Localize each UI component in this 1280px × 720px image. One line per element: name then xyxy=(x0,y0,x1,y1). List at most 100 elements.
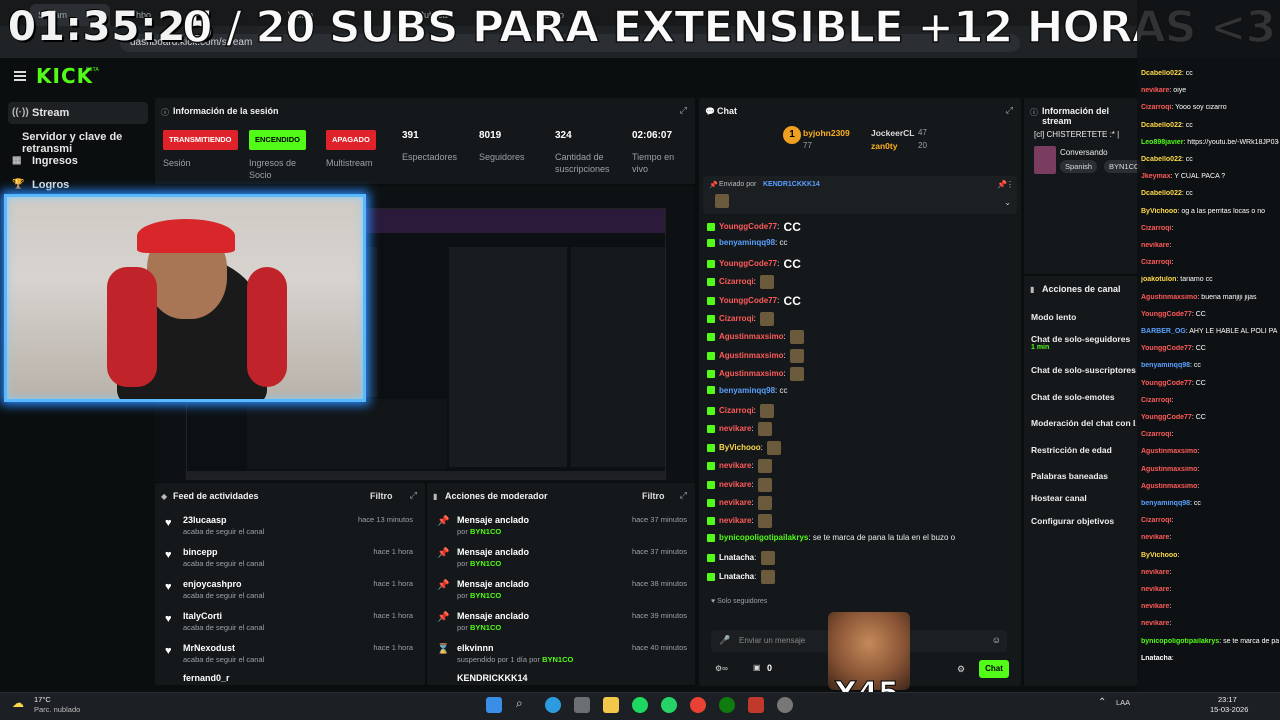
top-gifter-name[interactable]: byjohn2309 xyxy=(803,128,850,138)
feed-user[interactable]: 23lucaasp xyxy=(183,515,227,525)
chat-username[interactable]: Lnatacha xyxy=(719,572,754,581)
overlay-chat-message: benyaminqq98: cc xyxy=(1141,362,1279,369)
weather-temp[interactable]: 17°C xyxy=(34,695,51,704)
top-gifter-name[interactable]: zan0ty xyxy=(871,141,897,151)
edge-icon[interactable] xyxy=(545,697,561,713)
expand-icon[interactable]: ⤢ xyxy=(410,490,417,501)
host-channel-button[interactable]: Hostear canal xyxy=(1031,493,1087,503)
chat-username[interactable]: Agustinmaxsimo xyxy=(719,333,783,342)
mod-by: por BYN1CO xyxy=(457,527,502,536)
overlay-chat-message: Cizarroqi: xyxy=(1141,225,1279,232)
age-restriction-toggle[interactable]: Restricción de edad xyxy=(1031,445,1112,455)
settings-icon[interactable]: ⚙∞ xyxy=(715,664,728,673)
menu-icon[interactable] xyxy=(14,71,26,81)
mod-filter-button[interactable]: Filtro xyxy=(642,491,665,501)
top-gifter-name[interactable]: JockeerCL xyxy=(871,128,914,138)
expand-icon[interactable]: ⤢ xyxy=(680,490,687,501)
chat-username[interactable]: bynicopoligotipailakrys xyxy=(719,533,808,542)
chat-message: Agustinmaxsimo: xyxy=(707,367,804,383)
windows-start-icon[interactable] xyxy=(486,697,502,713)
emote xyxy=(760,404,775,418)
more-icon[interactable]: ⋮ xyxy=(1006,180,1014,189)
pinned-message[interactable]: 📌 Enviado por KENDR1CKKK14 📌 ⋮ ⌄ xyxy=(703,176,1017,214)
input-language[interactable]: LAA xyxy=(1116,698,1130,707)
stat-viewers: 391 Espectadores xyxy=(402,130,457,163)
chat-username[interactable]: Cizarroqi xyxy=(719,406,754,415)
emote-only-toggle[interactable]: Chat de solo-emotes xyxy=(1031,392,1115,402)
chat-username[interactable]: Cizarroqi xyxy=(719,277,754,286)
chat-username[interactable]: Agustinmaxsimo xyxy=(719,369,783,378)
ai-moderation-toggle[interactable]: Moderación del chat con IA xyxy=(1031,418,1136,428)
chat-username[interactable]: YounggCode77 xyxy=(719,222,777,231)
clock-date[interactable]: 15-03-2026 xyxy=(1210,705,1248,714)
overlay-chat-message: ByVichooo: og a las perritas locas o no xyxy=(1141,208,1279,215)
user-badge-icon xyxy=(707,462,715,471)
sidebar-item-stream[interactable]: ((·)) Stream xyxy=(8,102,148,124)
search-icon[interactable]: ⌕ xyxy=(516,696,523,711)
stat-partner: ENCENDIDO Ingresos de Socio xyxy=(249,130,319,181)
emote xyxy=(760,551,775,566)
gear-icon[interactable]: ⚙ xyxy=(957,664,965,675)
chat-username[interactable]: nevikare xyxy=(719,480,751,489)
goals-button[interactable]: Configurar objetivos xyxy=(1031,516,1114,526)
kick-logo[interactable]: KICK xyxy=(36,64,93,88)
chat-username[interactable]: YounggCode77 xyxy=(719,296,777,305)
sidebar-item-server-key[interactable]: Servidor y clave de retransmi xyxy=(8,126,148,155)
chat-username[interactable]: Lnatacha xyxy=(719,553,754,562)
subs-only-toggle[interactable]: Chat de solo-suscriptores xyxy=(1031,365,1136,375)
expand-icon[interactable]: ⤢ xyxy=(1006,105,1013,116)
chat-username[interactable]: nevikare xyxy=(719,461,751,470)
followers-only-label: ♥ Solo seguidores xyxy=(711,598,768,605)
chat-username[interactable]: benyaminqq98 xyxy=(719,386,775,395)
stat-value: 324 xyxy=(555,130,572,141)
chat-text: : og a las perritas locas o no xyxy=(1177,207,1265,215)
app-icon[interactable] xyxy=(748,697,764,713)
chat-username[interactable]: benyaminqq98 xyxy=(719,238,775,247)
emote xyxy=(757,496,772,510)
gift-icon[interactable]: ▣ xyxy=(753,663,761,672)
send-chat-button[interactable]: Chat xyxy=(979,660,1009,678)
followers-only-toggle[interactable]: Chat de solo-seguidores xyxy=(1031,334,1130,344)
feed-user[interactable]: ItalyCorti xyxy=(183,611,222,621)
chat-text: : https://youtu.be/-WRk18JP03o? xyxy=(1183,138,1279,146)
spotify-icon[interactable] xyxy=(632,697,648,713)
chat-username[interactable]: nevikare xyxy=(719,425,751,434)
emote xyxy=(757,422,772,437)
pinned-user[interactable]: KENDR1CKKK14 xyxy=(763,181,820,188)
banned-words-button[interactable]: Palabras baneadas xyxy=(1031,471,1108,481)
folder-icon[interactable] xyxy=(603,697,619,713)
chat-username[interactable]: ByVichooo xyxy=(719,443,761,452)
slow-mode-toggle[interactable]: Modo lento xyxy=(1031,312,1076,322)
chat-username: Agustinmaxsimo xyxy=(1141,482,1198,490)
expand-icon[interactable]: ⤢ xyxy=(680,105,687,116)
chat-text: : se te marca de pana la tula en el buzo… xyxy=(1219,637,1279,645)
feed-user[interactable]: bincepp xyxy=(183,547,218,557)
stream-category[interactable]: Conversando xyxy=(1060,148,1108,157)
feed-filter-button[interactable]: Filtro xyxy=(370,491,393,501)
sidebar-item-revenue[interactable]: ▦ Ingresos xyxy=(8,150,148,172)
chat-username[interactable]: Agustinmaxsimo xyxy=(719,351,783,360)
mod-action: KENDRICKKK14 xyxy=(457,673,528,683)
feed-user[interactable]: MrNexodust xyxy=(183,643,235,653)
whatsapp-icon[interactable] xyxy=(661,697,677,713)
chat-username[interactable]: YounggCode77 xyxy=(719,259,777,268)
stat-label: Multistream xyxy=(326,158,373,168)
chevron-down-icon[interactable]: ⌄ xyxy=(1004,198,1011,207)
obs-icon[interactable] xyxy=(777,697,793,713)
chevron-up-icon[interactable]: ⌃ xyxy=(1098,697,1106,708)
chat-username: Cizarroqi xyxy=(1141,224,1172,232)
sidebar-item-achievements[interactable]: 🏆 Logros xyxy=(8,174,148,196)
stream-title[interactable]: [cl] CHISTERETETE :* | xyxy=(1034,130,1119,139)
chat-username[interactable]: nevikare xyxy=(719,498,751,507)
clock-time[interactable]: 23:17 xyxy=(1218,695,1237,704)
xbox-icon[interactable] xyxy=(719,697,735,713)
feed-user[interactable]: enjoycashpro xyxy=(183,579,242,589)
chrome-icon[interactable] xyxy=(690,697,706,713)
chat-username[interactable]: Cizarroqi xyxy=(719,314,754,323)
chat-username[interactable]: nevikare xyxy=(719,517,751,526)
overlay-chat-message: Cizarroqi: xyxy=(1141,259,1279,266)
store-icon[interactable] xyxy=(574,697,590,713)
heart-icon: ♥ xyxy=(165,581,172,593)
emoji-icon[interactable]: ☺ xyxy=(992,635,1001,645)
feed-user[interactable]: fernand0_r xyxy=(183,673,230,683)
